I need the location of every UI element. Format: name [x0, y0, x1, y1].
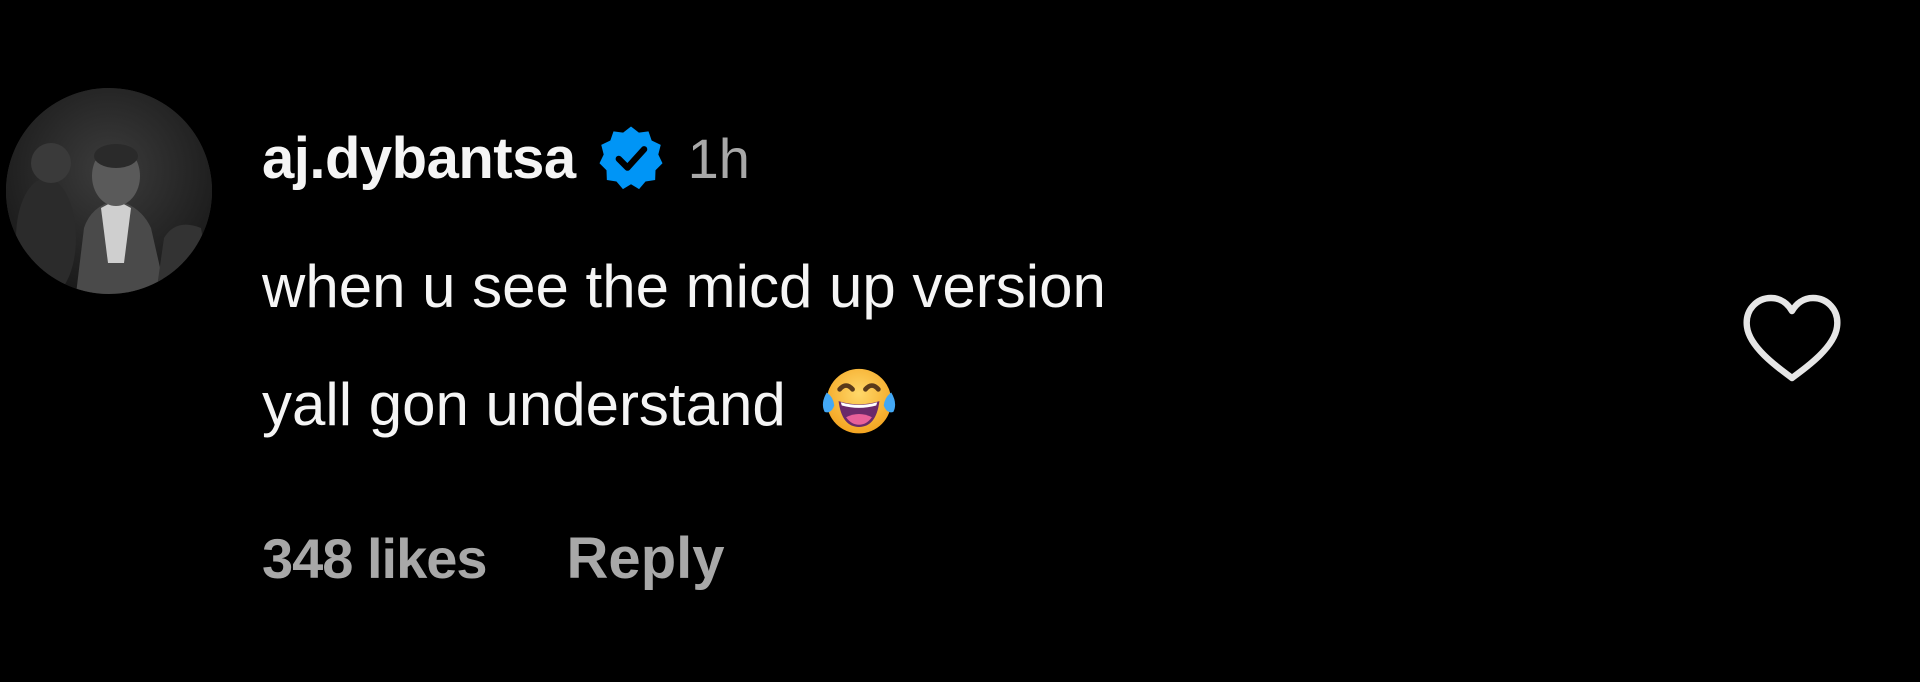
avatar-image [6, 88, 212, 294]
like-button[interactable] [1738, 290, 1846, 386]
comment-text-line-2: yall gon understand [262, 371, 786, 438]
user-avatar[interactable] [6, 88, 212, 294]
comment-text-line-2-wrapper: yall gon understand [262, 346, 1562, 464]
comment-body: when u see the micd up version yall gon … [262, 228, 1562, 464]
comment-actions: 348 likes Reply [262, 518, 725, 598]
verified-badge-icon [596, 123, 666, 193]
comment-timestamp: 1h [687, 126, 750, 190]
comment-text-line-1: when u see the micd up version [262, 253, 1106, 320]
username-link[interactable]: aj.dybantsa [262, 125, 576, 192]
comment-header: aj.dybantsa 1h [262, 118, 750, 198]
face-with-tears-of-joy-icon [816, 356, 902, 442]
reply-button[interactable]: Reply [567, 525, 725, 592]
heart-outline-icon [1743, 294, 1841, 382]
likes-count[interactable]: 348 likes [262, 526, 488, 591]
comment: aj.dybantsa 1h when u see the micd up ve… [0, 0, 1920, 682]
